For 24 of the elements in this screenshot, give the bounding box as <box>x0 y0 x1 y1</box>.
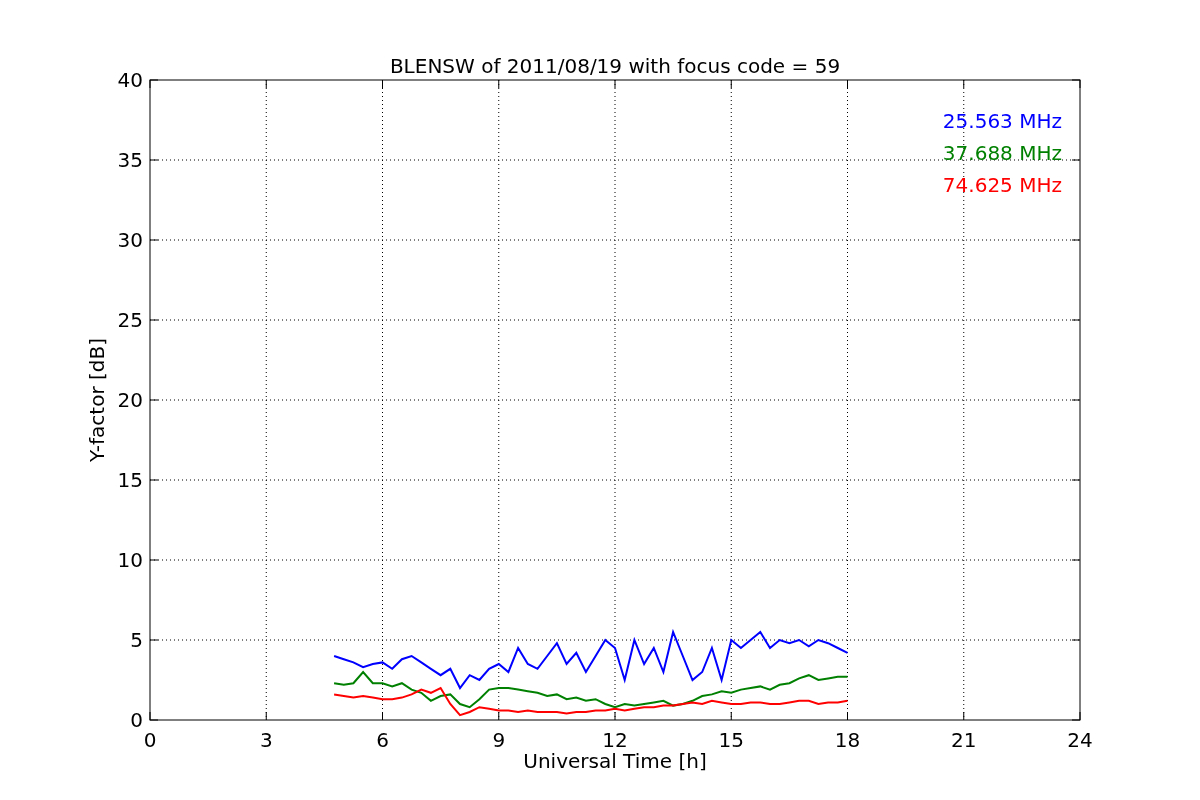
x-tick-label: 21 <box>951 728 977 752</box>
x-tick-label: 18 <box>834 728 861 752</box>
legend-label: 74.625 MHz <box>942 173 1062 197</box>
y-axis-label: Y-factor [dB] <box>85 338 109 462</box>
y-tick-label: 25 <box>117 308 143 332</box>
x-tick-label: 12 <box>602 728 628 752</box>
y-tick-label: 0 <box>130 708 143 732</box>
y-tick-label: 35 <box>117 148 143 172</box>
y-tick-label: 5 <box>130 628 143 652</box>
x-tick-label: 3 <box>259 728 273 752</box>
legend-label: 37.688 MHz <box>942 141 1062 165</box>
y-tick-label: 15 <box>117 468 143 492</box>
y-tick-label: 30 <box>117 228 143 252</box>
y-tick-label: 10 <box>117 548 143 572</box>
x-tick-label: 9 <box>492 728 506 752</box>
legend-label: 25.563 MHz <box>942 109 1062 133</box>
x-tick-label: 15 <box>718 728 744 752</box>
x-axis-label: Universal Time [h] <box>523 749 707 773</box>
chart-title: BLENSW of 2011/08/19 with focus code = 59 <box>389 54 841 78</box>
y-tick-label: 20 <box>117 388 143 412</box>
x-tick-label: 0 <box>143 728 157 752</box>
x-tick-label: 6 <box>376 728 389 752</box>
x-tick-label: 24 <box>1067 728 1093 752</box>
y-tick-label: 40 <box>117 68 143 92</box>
